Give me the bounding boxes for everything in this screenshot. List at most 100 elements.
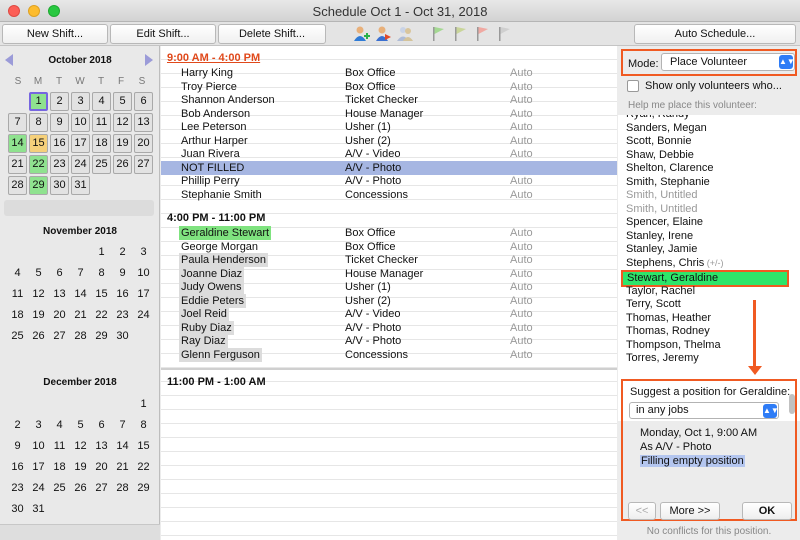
calendar-day[interactable]: 27 <box>134 155 153 174</box>
calendar-day[interactable]: 1 <box>29 92 48 111</box>
table-row[interactable]: Paula Henderson Ticket Checker Auto <box>161 253 617 267</box>
calendar-day[interactable]: 2 <box>50 92 69 111</box>
calendar-day[interactable]: 15 <box>92 286 111 305</box>
list-item[interactable]: Taylor, Rachel <box>626 285 786 298</box>
table-row[interactable]: Joel Reid A/V - Video Auto <box>161 307 617 321</box>
table-row[interactable]: Joanne Diaz House Manager Auto <box>161 266 617 281</box>
mode-select[interactable]: Place Volunteer ▲▼ <box>661 53 795 71</box>
calendar-day[interactable]: 26 <box>29 328 48 347</box>
table-row[interactable]: Lee Peterson Usher (1) Auto <box>161 120 617 134</box>
calendar-day[interactable]: 9 <box>113 265 132 284</box>
calendar-day[interactable]: 28 <box>71 328 90 347</box>
table-row[interactable]: Juan Rivera A/V - Video Auto <box>161 147 617 161</box>
calendar-day[interactable]: 10 <box>29 438 48 457</box>
auto-schedule-button[interactable]: Auto Schedule... <box>634 24 796 44</box>
calendar-day[interactable]: 3 <box>134 244 153 263</box>
calendar-day[interactable]: 22 <box>92 307 111 326</box>
calendar-day[interactable]: 29 <box>92 328 111 347</box>
calendar-day[interactable]: 30 <box>113 328 132 347</box>
calendar-day[interactable]: 26 <box>113 155 132 174</box>
table-row[interactable]: Ray Diaz A/V - Photo Auto <box>161 334 617 348</box>
calendar-day[interactable]: 13 <box>134 113 153 132</box>
calendar-day[interactable]: 22 <box>29 155 48 174</box>
previous-suggestion-button[interactable]: << <box>628 502 656 520</box>
calendar-day[interactable]: 11 <box>92 113 111 132</box>
calendar-day[interactable]: 2 <box>8 417 27 436</box>
add-volunteer-icon[interactable] <box>352 25 370 43</box>
swap-volunteer-icon[interactable] <box>374 25 392 43</box>
calendar-day[interactable]: 12 <box>29 286 48 305</box>
calendar-day[interactable]: 28 <box>113 480 132 499</box>
list-item[interactable]: Smith, Untitled <box>626 189 786 202</box>
calendar-day[interactable]: 14 <box>8 134 27 153</box>
calendar-day[interactable]: 8 <box>92 265 111 284</box>
table-row[interactable]: Arthur Harper Usher (2) Auto <box>161 134 617 148</box>
calendar-day[interactable]: 4 <box>8 265 27 284</box>
calendar-day[interactable]: 25 <box>8 328 27 347</box>
list-item[interactable]: Ryan, Randy <box>626 115 786 121</box>
calendar-day[interactable]: 20 <box>134 134 153 153</box>
calendar-day[interactable]: 21 <box>8 155 27 174</box>
calendar-day[interactable]: 7 <box>71 265 90 284</box>
shift-time-header[interactable]: 11:00 PM - 1:00 AM <box>167 376 266 388</box>
calendar-day[interactable]: 10 <box>71 113 90 132</box>
calendar-day[interactable]: 12 <box>113 113 132 132</box>
list-item[interactable]: Sanders, Megan <box>626 122 786 135</box>
calendar-day[interactable]: 15 <box>134 438 153 457</box>
calendar-day[interactable]: 17 <box>134 286 153 305</box>
list-item[interactable]: Thomas, Heather <box>626 312 786 325</box>
calendar-day[interactable]: 19 <box>71 459 90 478</box>
list-item[interactable]: Thomas, Rodney <box>626 325 786 338</box>
table-row[interactable]: George Morgan Box Office Auto <box>161 240 617 254</box>
calendar-day[interactable]: 18 <box>8 307 27 326</box>
calendar-day[interactable]: 27 <box>92 480 111 499</box>
table-row[interactable]: Harry King Box Office Auto <box>161 66 617 80</box>
calendar-day[interactable]: 5 <box>29 265 48 284</box>
calendar-day[interactable]: 11 <box>50 438 69 457</box>
list-item[interactable]: Shaw, Debbie <box>626 149 786 162</box>
flag-red-icon[interactable] <box>474 25 492 43</box>
list-item[interactable]: Torres, Jeremy <box>626 352 786 365</box>
flag-orange-icon[interactable] <box>452 25 470 43</box>
calendar-day[interactable]: 14 <box>71 286 90 305</box>
calendar-day[interactable]: 23 <box>50 155 69 174</box>
calendar-day[interactable]: 8 <box>29 113 48 132</box>
table-row[interactable]: Judy Owens Usher (1) Auto <box>161 280 617 294</box>
calendar-day[interactable]: 21 <box>113 459 132 478</box>
calendar-day[interactable]: 31 <box>29 501 48 520</box>
show-only-checkbox[interactable] <box>627 80 639 92</box>
calendar-day[interactable]: 12 <box>71 438 90 457</box>
list-item[interactable]: Stephens, Chris (+/-) <box>626 257 786 270</box>
calendar-day[interactable]: 28 <box>8 176 27 195</box>
calendar-day[interactable]: 6 <box>134 92 153 111</box>
calendar-day[interactable]: 26 <box>71 480 90 499</box>
delete-shift-button[interactable]: Delete Shift... <box>218 24 326 44</box>
table-row[interactable]: NOT FILLED A/V - Photo <box>161 160 617 175</box>
calendar-day[interactable]: 30 <box>8 501 27 520</box>
list-item[interactable]: Smith, Stephanie <box>626 176 786 189</box>
calendar-day[interactable]: 3 <box>71 92 90 111</box>
calendar-day[interactable]: 17 <box>29 459 48 478</box>
calendar-day[interactable]: 30 <box>50 176 69 195</box>
calendar-day[interactable]: 16 <box>50 134 69 153</box>
calendar-day[interactable]: 18 <box>50 459 69 478</box>
table-row[interactable]: Troy Pierce Box Office Auto <box>161 80 617 94</box>
new-shift-button[interactable]: New Shift... <box>2 24 108 44</box>
table-row[interactable]: Glenn Ferguson Concessions Auto <box>161 347 617 362</box>
calendar-day[interactable]: 8 <box>134 417 153 436</box>
next-month-arrow-icon[interactable] <box>145 54 153 66</box>
calendar-day[interactable]: 20 <box>50 307 69 326</box>
schedule-list[interactable]: 9:00 AM - 4:00 PM 4:00 PM - 11:00 PM 11:… <box>161 46 617 540</box>
calendar-day[interactable]: 1 <box>92 244 111 263</box>
calendar-day[interactable]: 25 <box>92 155 111 174</box>
calendar-day[interactable]: 19 <box>29 307 48 326</box>
flag-green-icon[interactable] <box>430 25 448 43</box>
list-item[interactable]: Stanley, Jamie <box>626 243 786 256</box>
table-row[interactable]: Shannon Anderson Ticket Checker Auto <box>161 93 617 107</box>
list-item[interactable]: Thompson, Thelma <box>626 339 786 352</box>
calendar-day[interactable]: 25 <box>50 480 69 499</box>
list-item[interactable]: Stanley, Irene <box>626 230 786 243</box>
calendar-day[interactable]: 9 <box>50 113 69 132</box>
calendar-day[interactable]: 15 <box>29 134 48 153</box>
calendar-day[interactable]: 19 <box>113 134 132 153</box>
